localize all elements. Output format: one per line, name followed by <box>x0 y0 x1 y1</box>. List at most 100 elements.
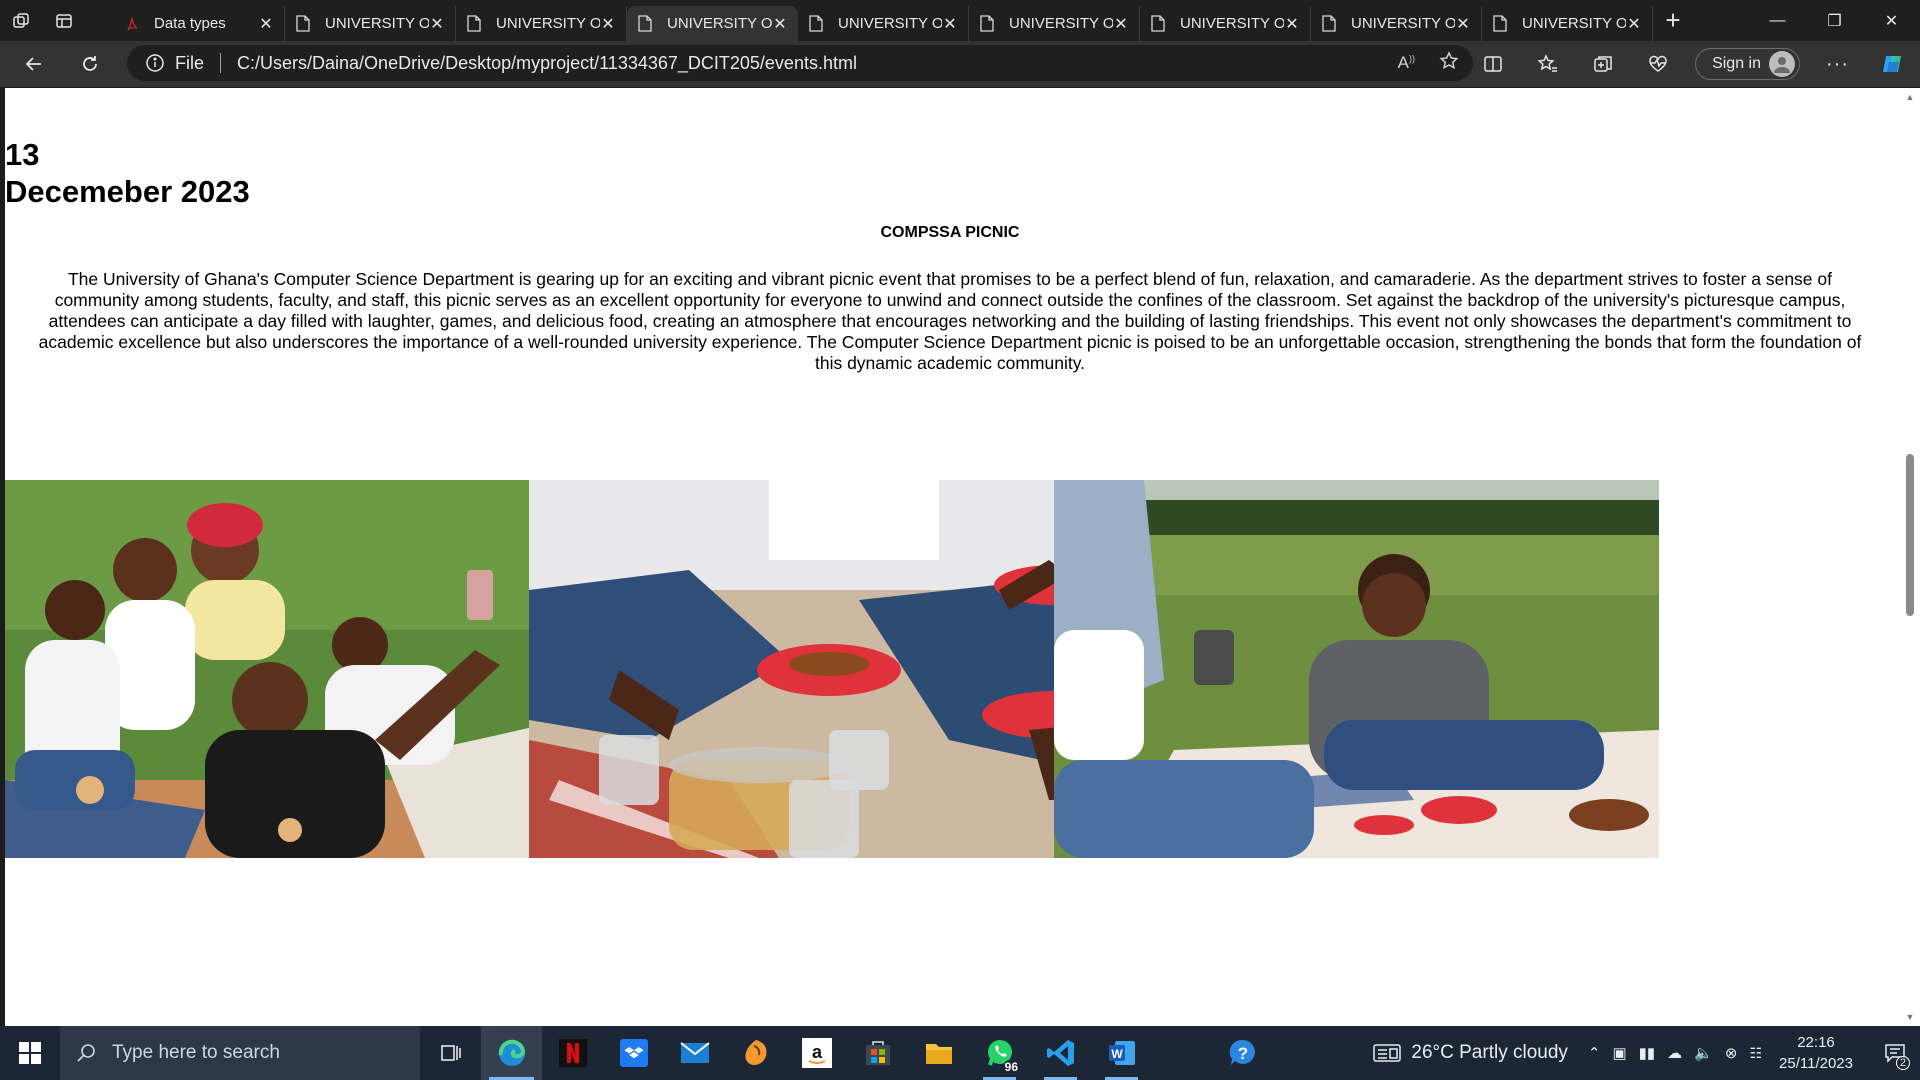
restore-button[interactable]: ❐ <box>1806 0 1863 41</box>
weather-widget[interactable]: 26°C Partly cloudy <box>1373 1042 1568 1064</box>
browser-tab-strip: Data types✕UNIVERSITY OF GHANA✕UNIVERSIT… <box>0 0 1920 41</box>
weather-icon <box>1373 1044 1402 1062</box>
tab-close-icon[interactable]: ✕ <box>1284 14 1300 34</box>
browser-essentials-icon[interactable] <box>1630 41 1685 87</box>
weather-text: 26°C Partly cloudy <box>1411 1042 1568 1063</box>
whatsapp-app-icon[interactable]: 96 <box>969 1026 1030 1080</box>
file-icon <box>295 15 311 33</box>
event-photo-conversation <box>1054 480 1659 858</box>
scroll-down-arrow-icon[interactable]: ▼ <box>1905 1012 1915 1022</box>
tab-close-icon[interactable]: ✕ <box>942 14 958 34</box>
network-disconnected-icon[interactable]: ⊗ <box>1725 1044 1738 1062</box>
new-tab-button[interactable]: + <box>1653 0 1693 41</box>
amazon-app-icon[interactable]: a <box>786 1026 847 1080</box>
tray-icons: ⌃ ▣ ▮▮ ☁ 🔈 ⊗ ☷ <box>1588 1044 1762 1063</box>
tab-title: UNIVERSITY OF GHANA <box>496 15 600 32</box>
event-date-heading: 13 Decemeber 2023 <box>5 136 250 210</box>
edge-app-icon[interactable] <box>481 1026 542 1080</box>
tab[interactable]: UNIVERSITY OF GHANA✕ <box>285 6 456 41</box>
tab[interactable]: UNIVERSITY OF GHANA✕ <box>969 6 1140 41</box>
file-explorer-app-icon[interactable] <box>908 1026 969 1080</box>
collections-icon[interactable] <box>1575 41 1630 87</box>
address-bar[interactable]: File C:/Users/Daina/OneDrive/Desktop/myp… <box>127 45 1473 81</box>
battery-icon[interactable]: ▮▮ <box>1639 1044 1656 1062</box>
get-help-app-icon[interactable]: ? <box>1212 1026 1273 1080</box>
meet-now-icon[interactable]: ▣ <box>1612 1044 1626 1062</box>
back-button[interactable] <box>12 41 56 87</box>
tab-close-icon[interactable]: ✕ <box>1455 14 1471 34</box>
refresh-button[interactable] <box>68 41 112 87</box>
file-icon <box>637 15 653 33</box>
sign-in-button[interactable]: Sign in <box>1695 48 1800 80</box>
tab-close-icon[interactable]: ✕ <box>429 14 445 34</box>
tab[interactable]: UNIVERSITY OF GHANA✕ <box>798 6 969 41</box>
scheme-label: File <box>175 52 205 73</box>
notification-center-icon[interactable]: 2 <box>1870 1026 1920 1080</box>
windows-taskbar: Type here to search a 96 W ? 26°C Partly… <box>0 1026 1920 1080</box>
page-scrollbar[interactable]: ▲ ▼ <box>1900 88 1920 1026</box>
url-text[interactable]: C:/Users/Daina/OneDrive/Desktop/myprojec… <box>237 53 857 74</box>
clock-date: 25/11/2023 <box>1779 1055 1853 1072</box>
microsoft-store-app-icon[interactable] <box>847 1026 908 1080</box>
tab-active[interactable]: UNIVERSITY OF GHANA✕ <box>627 6 798 41</box>
taskbar-search-box[interactable]: Type here to search <box>60 1026 420 1080</box>
split-screen-icon[interactable] <box>1465 41 1520 87</box>
vscode-app-icon[interactable] <box>1030 1026 1091 1080</box>
system-tray: 26°C Partly cloudy ⌃ ▣ ▮▮ ☁ 🔈 ⊗ ☷ 22:16 … <box>1373 1026 1920 1080</box>
info-icon[interactable] <box>145 53 165 73</box>
browser-toolbar: File C:/Users/Daina/OneDrive/Desktop/myp… <box>0 41 1920 87</box>
minimize-button[interactable]: — <box>1749 0 1806 41</box>
event-date-day: 13 <box>5 137 40 172</box>
read-aloud-icon[interactable]: A)) <box>1398 53 1415 73</box>
tab-title: UNIVERSITY OF GHANA <box>1351 15 1455 32</box>
tab-actions-icon[interactable] <box>43 0 84 41</box>
pdf-icon <box>124 15 140 33</box>
tab-close-icon[interactable]: ✕ <box>600 14 616 34</box>
tab-close-icon[interactable]: ✕ <box>1113 14 1129 34</box>
page-viewport: 13 Decemeber 2023 COMPSSA PICNIC The Uni… <box>5 88 1900 1026</box>
volume-icon[interactable]: 🔈 <box>1694 1044 1713 1062</box>
file-icon <box>1321 15 1337 33</box>
tab-close-icon[interactable]: ✕ <box>772 14 788 34</box>
tab[interactable]: UNIVERSITY OF GHANA✕ <box>1311 6 1482 41</box>
tab[interactable]: UNIVERSITY OF GHANA✕ <box>456 6 627 41</box>
scrollbar-thumb[interactable] <box>1906 454 1914 616</box>
favorites-icon[interactable] <box>1520 41 1575 87</box>
workspaces-icon[interactable] <box>0 0 41 41</box>
tab[interactable]: UNIVERSITY OF GHANA✕ <box>1140 6 1311 41</box>
tab-close-icon[interactable]: ✕ <box>258 14 274 34</box>
onedrive-cloud-icon[interactable]: ☁ <box>1667 1044 1682 1062</box>
tab-title: Data types <box>154 15 226 32</box>
task-view-icon[interactable] <box>420 1026 481 1080</box>
tab-close-icon[interactable]: ✕ <box>1626 14 1642 34</box>
address-separator <box>220 53 222 73</box>
tab[interactable]: UNIVERSITY OF GHANA✕ <box>1482 6 1653 41</box>
close-window-button[interactable]: ✕ <box>1863 0 1920 41</box>
svg-text:a: a <box>811 1042 822 1062</box>
event-description: The University of Ghana's Computer Scien… <box>38 269 1862 373</box>
fl-studio-app-icon[interactable] <box>725 1026 786 1080</box>
favorite-star-icon[interactable] <box>1439 50 1459 76</box>
svg-text:W: W <box>1111 1047 1123 1061</box>
file-icon <box>466 15 482 33</box>
scroll-up-arrow-icon[interactable]: ▲ <box>1905 92 1915 102</box>
tab-title: UNIVERSITY OF GHANA <box>838 15 942 32</box>
tab[interactable]: Data types ✕ <box>114 6 285 41</box>
file-icon <box>1150 15 1166 33</box>
show-hidden-icons-chevron-icon[interactable]: ⌃ <box>1588 1044 1601 1062</box>
start-button[interactable] <box>0 1026 60 1080</box>
dropbox-app-icon[interactable] <box>603 1026 664 1080</box>
event-photo-food <box>529 480 1134 858</box>
input-method-icon[interactable]: ☷ <box>1749 1045 1762 1062</box>
taskbar-search-placeholder: Type here to search <box>112 1042 280 1063</box>
copilot-icon[interactable] <box>1865 41 1920 87</box>
word-app-icon[interactable]: W <box>1091 1026 1152 1080</box>
tab-title: UNIVERSITY OF GHANA <box>325 15 429 32</box>
sign-in-label: Sign in <box>1712 55 1761 72</box>
more-options-icon[interactable]: ··· <box>1810 41 1865 87</box>
taskbar-clock[interactable]: 22:16 25/11/2023 <box>1776 1032 1856 1074</box>
tab-list: Data types✕UNIVERSITY OF GHANA✕UNIVERSIT… <box>114 0 1653 41</box>
netflix-app-icon[interactable] <box>542 1026 603 1080</box>
mail-app-icon[interactable] <box>664 1026 725 1080</box>
avatar-icon <box>1769 51 1795 77</box>
